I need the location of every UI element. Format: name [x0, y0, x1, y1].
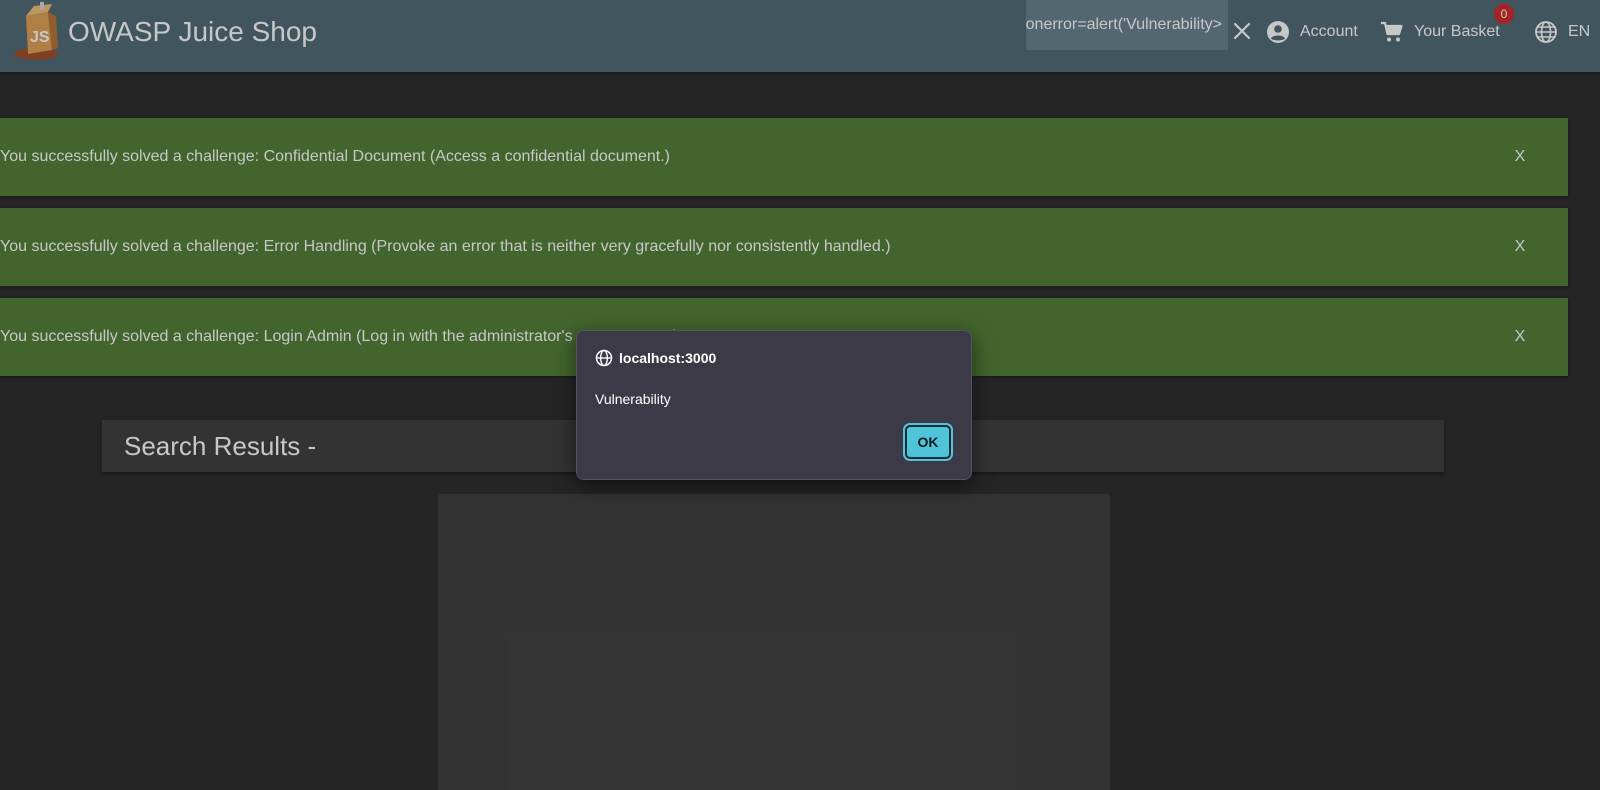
alert-dialog: localhost:3000 Vulnerability OK	[576, 330, 972, 480]
dialog-origin: localhost:3000	[595, 349, 716, 367]
dialog-message: Vulnerability	[595, 391, 671, 407]
dialog-origin-label: localhost:3000	[619, 350, 717, 366]
ok-button[interactable]: OK	[905, 425, 951, 459]
globe-icon	[595, 349, 613, 367]
juice-shop-page: JS OWASP Juice Shop Account Your Bas	[0, 0, 1600, 790]
